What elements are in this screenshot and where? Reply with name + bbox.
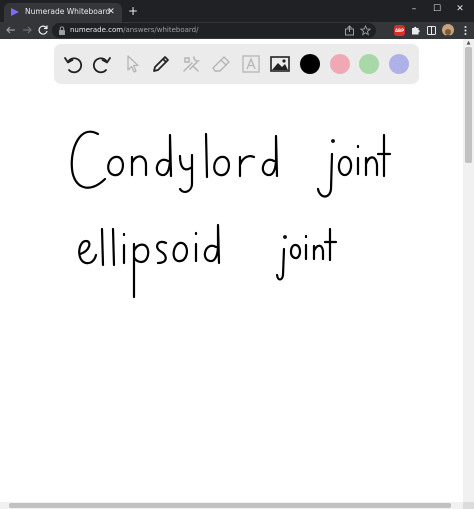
profile-avatar-image: [444, 29, 452, 36]
back-icon[interactable]: [5, 24, 17, 36]
handwriting-line-1: [70, 130, 392, 198]
vertical-scrollbar[interactable]: ▲: [463, 39, 474, 502]
numerade-logo-icon: [11, 8, 19, 16]
vertical-scroll-thumb[interactable]: [465, 47, 472, 163]
forward-icon[interactable]: [21, 24, 33, 36]
reload-icon[interactable]: [37, 24, 49, 36]
horizontal-scrollbar[interactable]: [0, 502, 463, 509]
adblock-extension-icon[interactable]: ABP: [394, 25, 405, 36]
maximize-button[interactable]: ☐: [429, 2, 445, 16]
minimize-button[interactable]: –: [406, 2, 422, 16]
share-icon[interactable]: [344, 25, 355, 36]
scroll-up-arrow-icon[interactable]: ▲: [465, 40, 472, 46]
new-tab-button[interactable]: +: [127, 5, 139, 17]
reading-list-icon[interactable]: [426, 25, 437, 36]
extensions-puzzle-icon[interactable]: [410, 25, 421, 36]
scrollbar-corner: [463, 502, 474, 509]
horizontal-scroll-thumb[interactable]: [9, 503, 451, 508]
lock-icon[interactable]: [58, 26, 66, 35]
handwriting-line-2: [78, 223, 338, 299]
url-text: numerade.com/answers/whiteboard/: [70, 25, 198, 36]
address-bar[interactable]: numerade.com/answers/whiteboard/: [52, 23, 376, 38]
close-window-button[interactable]: ✕: [452, 2, 468, 16]
profile-avatar[interactable]: [442, 24, 454, 36]
tab-numerade-whiteboard[interactable]: Numerade Whiteboard ✕: [4, 3, 122, 22]
browser-toolbar: numerade.com/answers/whiteboard/ ABP: [0, 22, 474, 39]
tab-title: Numerade Whiteboard: [25, 7, 111, 16]
bookmark-star-icon[interactable]: [360, 25, 371, 36]
browser-menu-icon[interactable]: [460, 25, 471, 36]
whiteboard-canvas[interactable]: [0, 39, 463, 502]
handwriting-strokes: [70, 130, 392, 299]
url-domain: numerade.com: [70, 26, 124, 34]
tab-close-icon[interactable]: ✕: [105, 6, 117, 18]
url-path: /answers/whiteboard/: [123, 26, 199, 34]
browser-tab-strip: Numerade Whiteboard ✕ + – ☐ ✕: [0, 0, 474, 22]
